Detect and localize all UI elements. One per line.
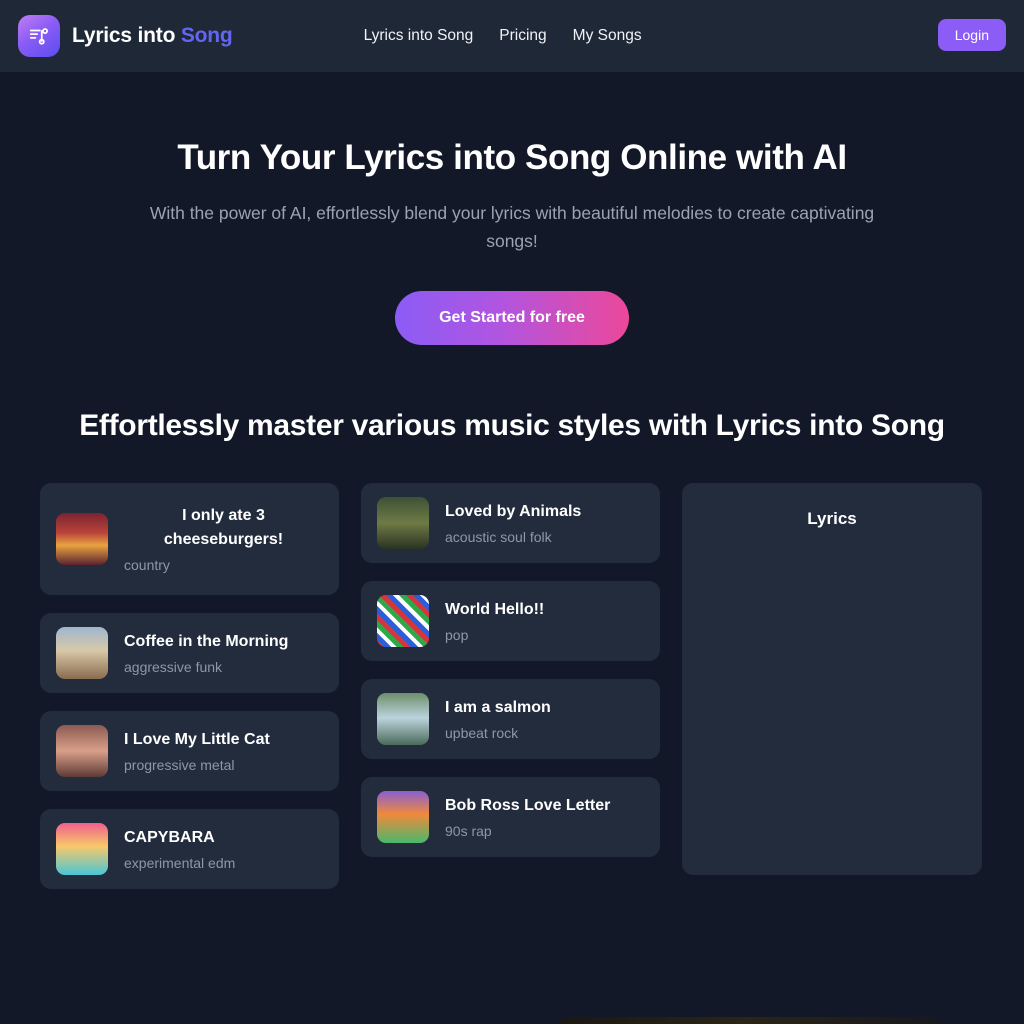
song-card[interactable]: Loved by Animals acoustic soul folk <box>361 483 660 563</box>
song-title: I Love My Little Cat <box>124 730 270 748</box>
showcase-section-title: Effortlessly master various music styles… <box>79 409 945 442</box>
burger-diner-thumbnail <box>56 513 108 565</box>
brand-title-accent: Song <box>180 24 233 47</box>
landscape-painting-thumbnail <box>377 791 429 843</box>
song-genre: upbeat rock <box>445 724 519 741</box>
song-title: I only ate 3 cheeseburgers! <box>163 506 284 548</box>
song-title: World Hello!! <box>445 600 545 618</box>
what-is-video-thumbnail[interactable] <box>556 1017 944 1024</box>
hero-cta-wrap: Get Started for free <box>0 291 1024 345</box>
song-card[interactable]: Bob Ross Love Letter 90s rap <box>361 777 660 857</box>
song-title: Coffee in the Morning <box>124 632 289 650</box>
music-note-list-icon <box>18 15 60 57</box>
showcase-column-middle: Loved by Animals acoustic soul folk Worl… <box>361 483 660 857</box>
song-card[interactable]: World Hello!! pop <box>361 581 660 661</box>
forest-deer-thumbnail <box>377 497 429 549</box>
main-nav: Lyrics into Song Pricing My Songs <box>364 27 642 45</box>
song-card-text: Bob Ross Love Letter 90s rap <box>445 794 644 841</box>
showcase-column-left: I only ate 3 cheeseburgers! country Coff… <box>40 483 339 889</box>
hero-title: Turn Your Lyrics into Song Online with A… <box>177 138 847 177</box>
song-title: CAPYBARA <box>124 828 215 846</box>
brand-title: Lyrics into Song <box>72 24 233 48</box>
salmon-waterfall-thumbnail <box>377 693 429 745</box>
nav-item-pricing[interactable]: Pricing <box>499 27 546 45</box>
song-card[interactable]: I only ate 3 cheeseburgers! country <box>40 483 339 595</box>
song-card-text: I Love My Little Cat progressive metal <box>124 728 323 775</box>
song-card-text: I only ate 3 cheeseburgers! country <box>124 504 323 575</box>
song-card-text: I am a salmon upbeat rock <box>445 696 644 743</box>
song-genre: acoustic soul folk <box>445 528 552 545</box>
song-genre: 90s rap <box>445 822 492 839</box>
song-card-text: Coffee in the Morning aggressive funk <box>124 630 323 677</box>
song-title: I am a salmon <box>445 698 551 716</box>
what-is-heading: What is Lyrics into Song ? <box>80 1017 461 1024</box>
song-card[interactable]: I am a salmon upbeat rock <box>361 679 660 759</box>
showcase-column-right: Lyrics <box>682 483 982 875</box>
song-card-text: World Hello!! pop <box>445 598 644 645</box>
song-genre: country <box>124 556 170 573</box>
nav-item-my-songs[interactable]: My Songs <box>573 27 642 45</box>
login-button[interactable]: Login <box>937 19 1006 51</box>
site-header: Lyrics into Song Lyrics into Song Pricin… <box>0 0 1024 72</box>
hero-subtitle: With the power of AI, effortlessly blend… <box>149 203 875 251</box>
world-flags-thumbnail <box>377 595 429 647</box>
song-card[interactable]: Coffee in the Morning aggressive funk <box>40 613 339 693</box>
capybara-sunset-thumbnail <box>56 823 108 875</box>
get-started-button[interactable]: Get Started for free <box>395 291 629 345</box>
brand-logo[interactable]: Lyrics into Song <box>18 15 233 57</box>
nav-item-lyrics-into-song[interactable]: Lyrics into Song <box>364 27 474 45</box>
song-title: Bob Ross Love Letter <box>445 796 611 814</box>
cat-thumbnail <box>56 725 108 777</box>
song-genre: progressive metal <box>124 756 235 773</box>
song-title: Loved by Animals <box>445 502 582 520</box>
hero-section: Turn Your Lyrics into Song Online with A… <box>0 72 1024 345</box>
song-genre: aggressive funk <box>124 658 223 675</box>
lyrics-panel[interactable]: Lyrics <box>682 483 982 875</box>
song-card[interactable]: I Love My Little Cat progressive metal <box>40 711 339 791</box>
song-genre: pop <box>445 626 469 643</box>
song-card-text: Loved by Animals acoustic soul folk <box>445 500 644 547</box>
coffee-city-thumbnail <box>56 627 108 679</box>
lyrics-panel-title: Lyrics <box>807 509 857 528</box>
song-card[interactable]: CAPYBARA experimental edm <box>40 809 339 889</box>
song-genre: experimental edm <box>124 854 236 871</box>
what-is-section: What is Lyrics into Song ? <box>0 1017 1024 1024</box>
brand-title-primary: Lyrics into <box>72 24 176 47</box>
song-card-text: CAPYBARA experimental edm <box>124 826 323 873</box>
showcase-grid: I only ate 3 cheeseburgers! country Coff… <box>0 483 1024 889</box>
